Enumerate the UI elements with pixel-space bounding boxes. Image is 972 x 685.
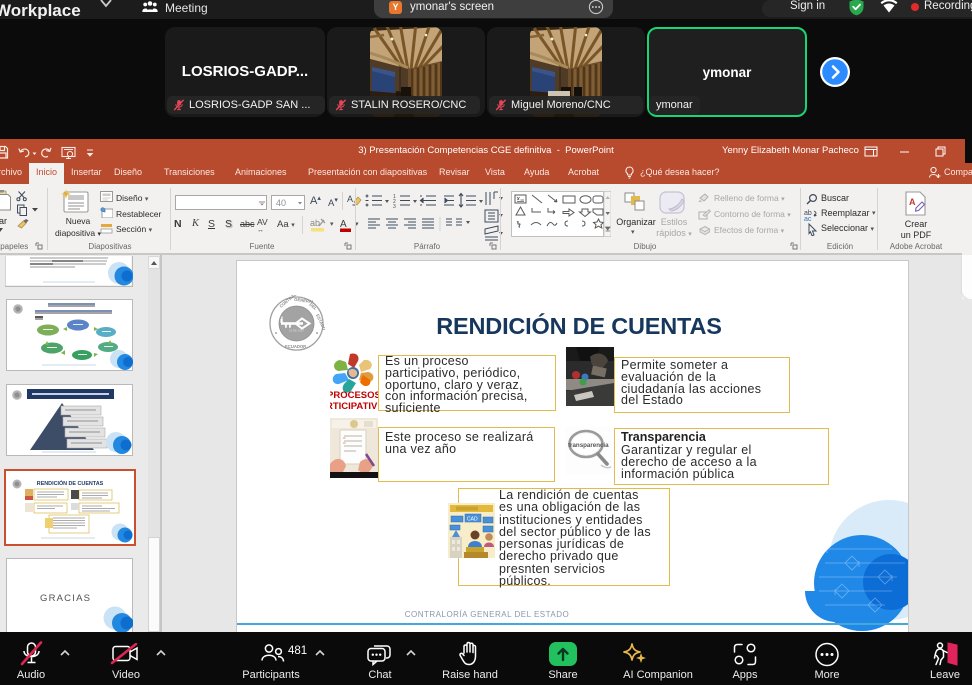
svg-text:31 DE 1927: 31 DE 1927 <box>289 329 304 333</box>
svg-text:3: 3 <box>393 204 396 210</box>
svg-text:RENDICIÓN DE CUENTAS: RENDICIÓN DE CUENTAS <box>36 479 103 487</box>
svg-text:CAD: CAD <box>467 517 478 523</box>
svg-text:ab: ab <box>310 218 320 228</box>
svg-text:ESTADO: ESTADO <box>315 313 325 331</box>
svg-text:A: A <box>340 219 347 230</box>
svg-text:ac: ac <box>804 216 812 221</box>
svg-text:ECUADOR: ECUADOR <box>285 344 306 349</box>
svg-text:A: A <box>909 197 916 207</box>
svg-text:GRACIAS: GRACIAS <box>40 593 91 604</box>
svg-text:DEL: DEL <box>308 302 318 311</box>
svg-text:PROCESOS: PROCESOS <box>330 390 378 401</box>
svg-text:transparencia: transparencia <box>568 442 609 449</box>
svg-text:A: A <box>347 194 353 204</box>
svg-text:RTICIPATIV: RTICIPATIV <box>330 401 378 412</box>
